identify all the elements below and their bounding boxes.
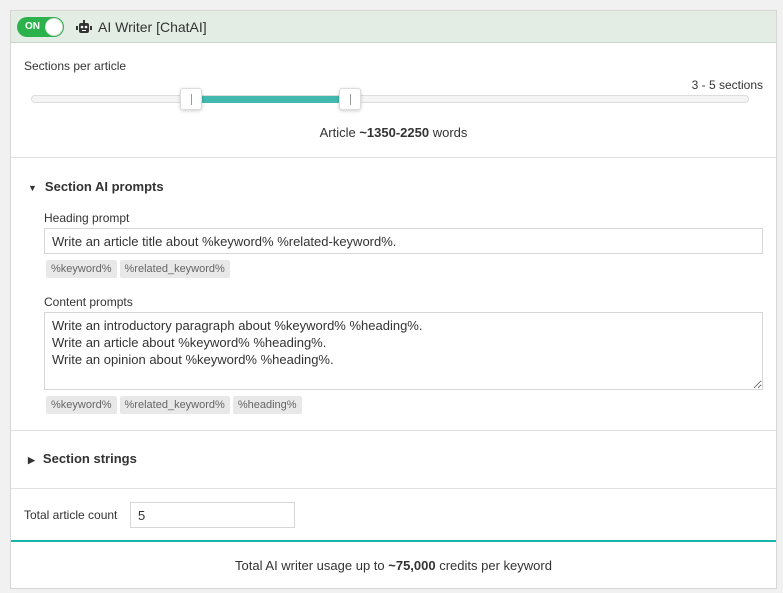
- content-prompts-label: Content prompts: [44, 295, 133, 309]
- usage-suffix: credits per keyword: [435, 558, 552, 573]
- sections-range-text: 3 - 5 sections: [691, 78, 763, 92]
- enable-toggle[interactable]: ON: [17, 16, 64, 37]
- content-tags: %keyword% %related_keyword% %heading%: [46, 396, 305, 414]
- placeholder-tag[interactable]: %heading%: [232, 396, 302, 414]
- placeholder-tag[interactable]: %related_keyword%: [119, 396, 230, 414]
- robot-icon: [76, 19, 92, 33]
- section-ai-prompts-toggle[interactable]: ▼ Section AI prompts: [28, 179, 164, 194]
- toggle-knob: [45, 17, 63, 36]
- footer-accent-line: [11, 540, 776, 542]
- usage-summary: Total AI writer usage up to ~75,000 cred…: [11, 558, 776, 573]
- slider-handle-low[interactable]: [179, 88, 202, 110]
- sections-label: Sections per article: [24, 59, 127, 73]
- content-prompts-textarea[interactable]: Write an introductory paragraph about %k…: [44, 312, 763, 390]
- panel-header: ON AI Writer [ChatAI]: [11, 11, 776, 43]
- usage-value: ~75,000: [388, 558, 436, 573]
- article-count-input[interactable]: [130, 502, 295, 528]
- sections-slider-fill: [190, 96, 351, 103]
- word-estimate: Article ~1350-2250 words: [11, 125, 776, 140]
- word-range: ~1350-2250: [359, 125, 430, 140]
- word-prefix: Article: [319, 125, 360, 140]
- section-title: Section AI prompts: [44, 179, 164, 194]
- placeholder-tag[interactable]: %keyword%: [46, 260, 117, 278]
- divider: [11, 488, 776, 489]
- caret-right-icon: ▶: [28, 455, 35, 465]
- section-strings-toggle[interactable]: ▶ Section strings: [28, 451, 137, 466]
- caret-down-icon: ▼: [28, 183, 37, 193]
- usage-prefix: Total AI writer usage up to: [235, 558, 389, 573]
- sections-slider-track[interactable]: [31, 95, 749, 103]
- heading-prompt-input[interactable]: [44, 228, 763, 254]
- divider: [11, 157, 776, 158]
- heading-prompt-label: Heading prompt: [44, 211, 130, 225]
- article-count-label: Total article count: [24, 508, 118, 522]
- divider: [11, 430, 776, 431]
- slider-handle-high[interactable]: [339, 88, 362, 110]
- word-suffix: words: [429, 125, 468, 140]
- placeholder-tag[interactable]: %keyword%: [46, 396, 117, 414]
- panel-title: AI Writer [ChatAI]: [98, 18, 207, 35]
- heading-tags: %keyword% %related_keyword%: [46, 260, 233, 278]
- ai-writer-panel: ON AI Writer [ChatAI] Sections per artic…: [10, 10, 777, 589]
- placeholder-tag[interactable]: %related_keyword%: [119, 260, 230, 278]
- toggle-label: ON: [25, 20, 40, 32]
- section-title: Section strings: [42, 451, 137, 466]
